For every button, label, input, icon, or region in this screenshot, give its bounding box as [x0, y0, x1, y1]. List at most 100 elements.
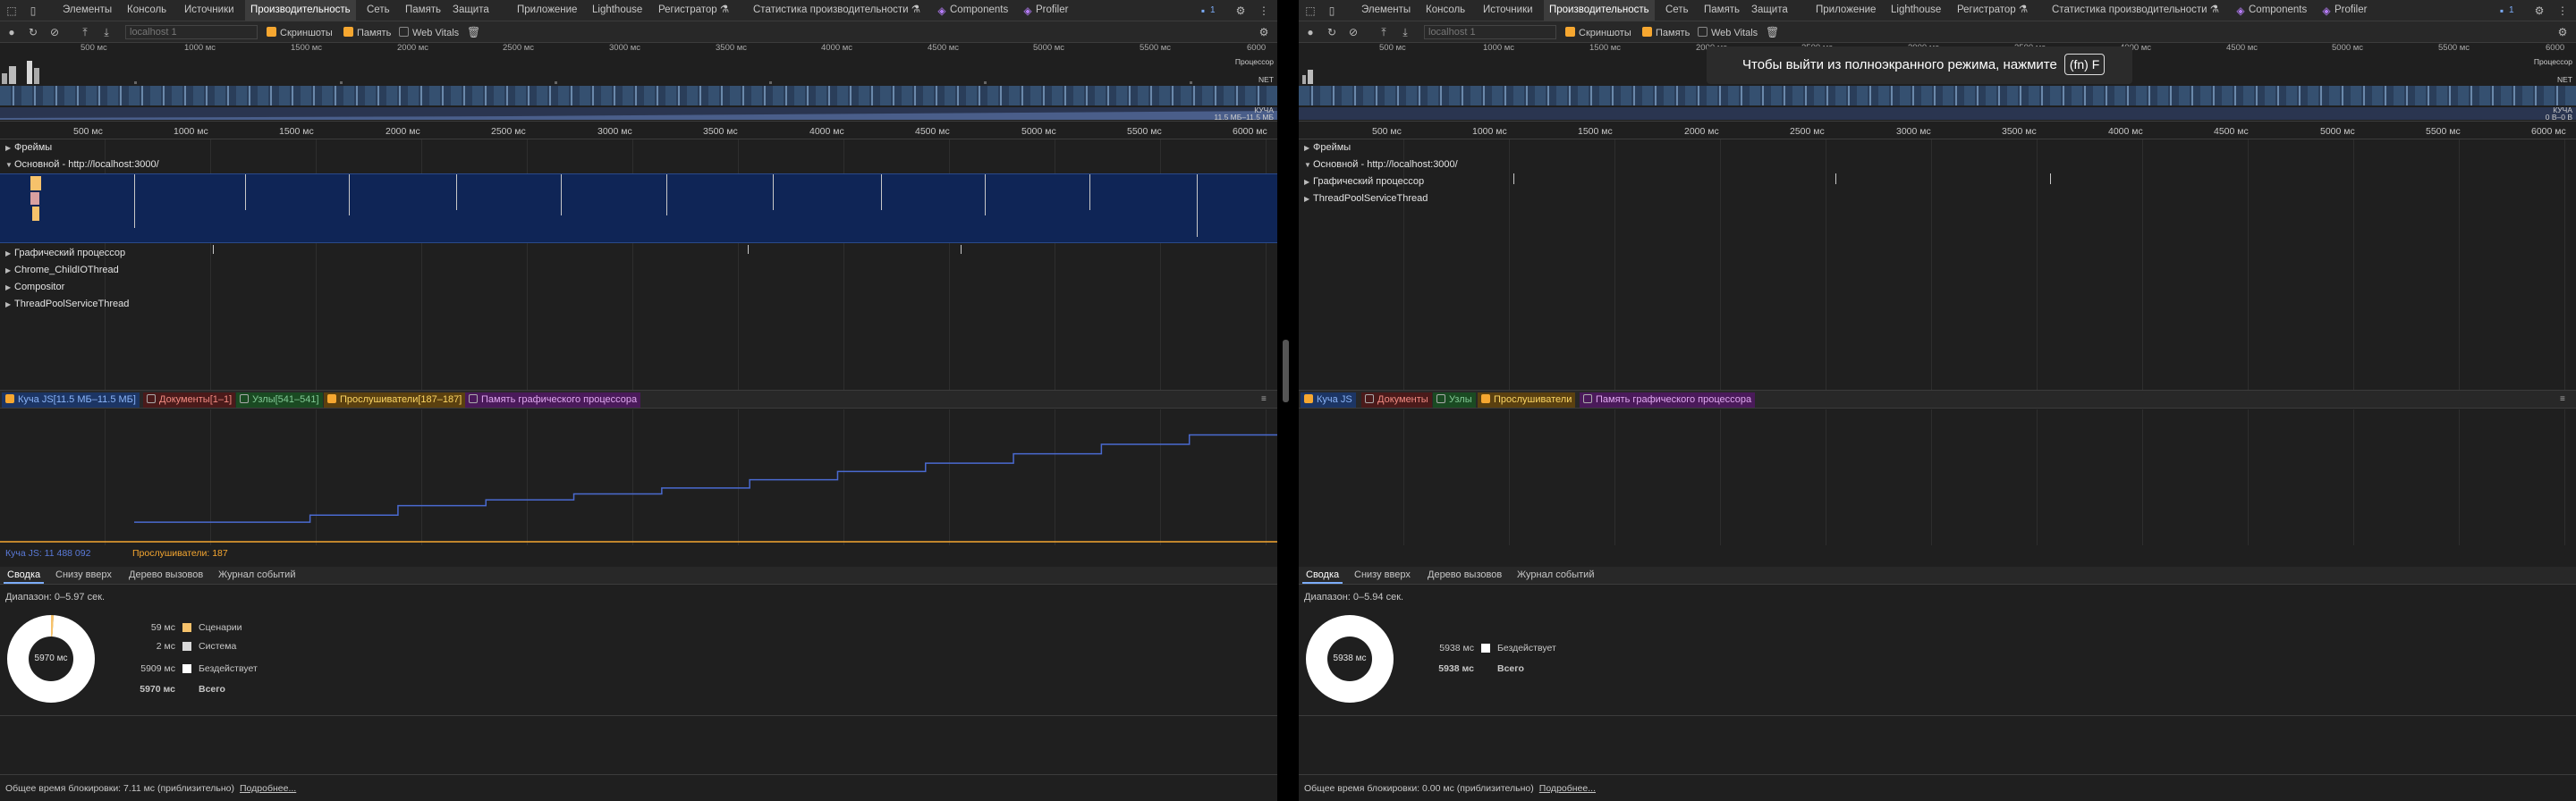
- issues-count-badge[interactable]: 1: [1210, 4, 1216, 16]
- task-marker[interactable]: [561, 174, 562, 215]
- expand-icon[interactable]: ▶: [1304, 139, 1313, 156]
- legend-checkbox[interactable]: [1436, 394, 1445, 403]
- tab-event-log[interactable]: Журнал событий: [215, 567, 299, 584]
- issues-icon[interactable]: ▪: [1197, 4, 1209, 17]
- track-gpu[interactable]: ▶ Графический процессор: [0, 245, 1277, 262]
- expand-icon[interactable]: ▶: [1304, 190, 1313, 207]
- upload-profile-icon[interactable]: ⤒: [1377, 26, 1390, 38]
- collapse-icon[interactable]: ▼: [1304, 156, 1313, 173]
- reload-record-icon[interactable]: ↻: [1326, 26, 1338, 38]
- tab-call-tree[interactable]: Дерево вызовов: [1424, 567, 1505, 584]
- tab-application[interactable]: Приложение: [1816, 0, 1876, 21]
- legend-listeners[interactable]: Прослушиватели[187–187]: [324, 392, 466, 408]
- screenshots-checkbox-box[interactable]: [1565, 27, 1575, 37]
- task-marker[interactable]: [349, 174, 350, 215]
- task-marker[interactable]: [245, 174, 246, 210]
- track-frames[interactable]: ▶ Фреймы: [0, 139, 1277, 156]
- task-marker[interactable]: [456, 174, 457, 210]
- tab-bottom-up[interactable]: Снизу вверх: [52, 567, 115, 584]
- task-marker[interactable]: [985, 174, 986, 215]
- screenshots-filmstrip[interactable]: [0, 86, 1277, 105]
- legend-gpu-memory[interactable]: Память графического процессора: [465, 392, 641, 408]
- track-main[interactable]: ▼ Основной - http://localhost:3000/: [0, 156, 1277, 173]
- capture-settings-icon[interactable]: ⚙: [1258, 26, 1270, 38]
- tab-performance[interactable]: Производительность: [1544, 0, 1655, 21]
- task-bar[interactable]: [30, 192, 39, 205]
- expand-icon[interactable]: ▶: [5, 139, 14, 156]
- legend-menu-icon[interactable]: ≡: [2560, 394, 2571, 405]
- memory-graph[interactable]: [1299, 409, 2576, 545]
- capture-settings-icon[interactable]: ⚙: [2556, 26, 2569, 38]
- inspect-element-icon[interactable]: ⬚: [1304, 4, 1317, 17]
- tab-lighthouse[interactable]: Lighthouse: [592, 0, 642, 21]
- tab-sources[interactable]: Источники: [184, 0, 234, 21]
- screenshots-checkbox[interactable]: Скриншоты: [267, 27, 333, 38]
- tab-lighthouse[interactable]: Lighthouse: [1891, 0, 1941, 21]
- screenshots-filmstrip[interactable]: [1299, 86, 2576, 105]
- flame-chart[interactable]: ▶ Фреймы ▼ Основной - http://localhost:300…: [0, 139, 1277, 390]
- task-marker[interactable]: [666, 174, 667, 215]
- tab-summary[interactable]: Сводка: [4, 567, 45, 584]
- legend-listeners[interactable]: Прослушиватели: [1478, 392, 1576, 408]
- upload-profile-icon[interactable]: ⤒: [79, 26, 91, 38]
- tab-components[interactable]: Components: [2249, 0, 2307, 21]
- tab-profiler[interactable]: Profiler: [1036, 0, 1068, 21]
- task-marker[interactable]: [773, 174, 774, 210]
- tab-recorder[interactable]: Регистратор ⚗: [658, 0, 729, 21]
- inspect-element-icon[interactable]: ⬚: [5, 4, 18, 17]
- webvitals-checkbox[interactable]: Web Vitals: [399, 27, 459, 38]
- legend-checkbox[interactable]: [469, 394, 478, 403]
- track-main[interactable]: ▼ Основной - http://localhost:3000/: [1299, 156, 2576, 173]
- webvitals-checkbox-box[interactable]: [1698, 27, 1707, 37]
- track-compositor[interactable]: ▶ Compositor: [0, 279, 1277, 296]
- tab-bottom-up[interactable]: Снизу вверх: [1351, 567, 1414, 584]
- tab-performance[interactable]: Производительность: [245, 0, 356, 21]
- flame-chart[interactable]: ▶ Фреймы ▼ Основной - http://localhost:300…: [1299, 139, 2576, 390]
- legend-menu-icon[interactable]: ≡: [1261, 394, 1272, 405]
- legend-checkbox[interactable]: [1481, 394, 1490, 403]
- timeline-overview[interactable]: 500 мс 1000 мс 1500 мс 2000 мс 2500 мс 3…: [0, 43, 1277, 122]
- tab-network[interactable]: Сеть: [1665, 0, 1689, 21]
- memory-graph[interactable]: [0, 409, 1277, 545]
- memory-checkbox-box[interactable]: [343, 27, 353, 37]
- legend-checkbox[interactable]: [1365, 394, 1374, 403]
- record-icon[interactable]: ●: [5, 26, 18, 38]
- tab-event-log[interactable]: Журнал событий: [1513, 567, 1597, 584]
- task-bar[interactable]: [30, 176, 41, 190]
- tab-sources[interactable]: Источники: [1483, 0, 1533, 21]
- garbage-collect-icon[interactable]: 🗑: [467, 26, 480, 38]
- legend-nodes[interactable]: Узлы[541–541]: [236, 392, 323, 408]
- expand-icon[interactable]: ▶: [1304, 173, 1313, 190]
- tab-console[interactable]: Консоль: [1426, 0, 1465, 21]
- legend-documents[interactable]: Документы: [1361, 392, 1432, 408]
- tab-memory[interactable]: Память: [405, 0, 441, 21]
- legend-checkbox[interactable]: [147, 394, 156, 403]
- tab-network[interactable]: Сеть: [367, 0, 390, 21]
- device-toolbar-icon[interactable]: ▯: [27, 4, 39, 17]
- legend-documents[interactable]: Документы[1–1]: [143, 392, 236, 408]
- task-marker[interactable]: [1089, 174, 1090, 210]
- expand-icon[interactable]: ▶: [5, 262, 14, 279]
- webvitals-checkbox[interactable]: Web Vitals: [1698, 27, 1758, 38]
- garbage-collect-icon[interactable]: 🗑: [1766, 26, 1779, 38]
- tab-summary[interactable]: Сводка: [1302, 567, 1343, 584]
- track-childio[interactable]: ▶ Chrome_ChildIOThread: [0, 262, 1277, 279]
- clear-icon[interactable]: ⊘: [48, 26, 61, 38]
- settings-gear-icon[interactable]: ⚙: [2533, 4, 2546, 17]
- tab-elements[interactable]: Элементы: [1361, 0, 1411, 21]
- more-options-icon[interactable]: ⋮: [1258, 4, 1270, 17]
- tab-security[interactable]: Защита: [1751, 0, 1788, 21]
- legend-checkbox[interactable]: [240, 394, 249, 403]
- tab-console[interactable]: Консоль: [127, 0, 166, 21]
- legend-checkbox[interactable]: [1304, 394, 1313, 403]
- legend-js-heap[interactable]: Куча JS: [1301, 392, 1356, 408]
- tab-call-tree[interactable]: Дерево вызовов: [125, 567, 207, 584]
- expand-icon[interactable]: ▶: [5, 296, 14, 313]
- tab-performance-insights[interactable]: Статистика производительности ⚗: [2052, 0, 2219, 21]
- tab-memory[interactable]: Память: [1704, 0, 1740, 21]
- tab-components[interactable]: Components: [950, 0, 1008, 21]
- tab-security[interactable]: Защита: [453, 0, 489, 21]
- task-marker[interactable]: [134, 174, 135, 228]
- memory-checkbox[interactable]: Память: [1642, 27, 1690, 38]
- issues-icon[interactable]: ▪: [2496, 4, 2508, 17]
